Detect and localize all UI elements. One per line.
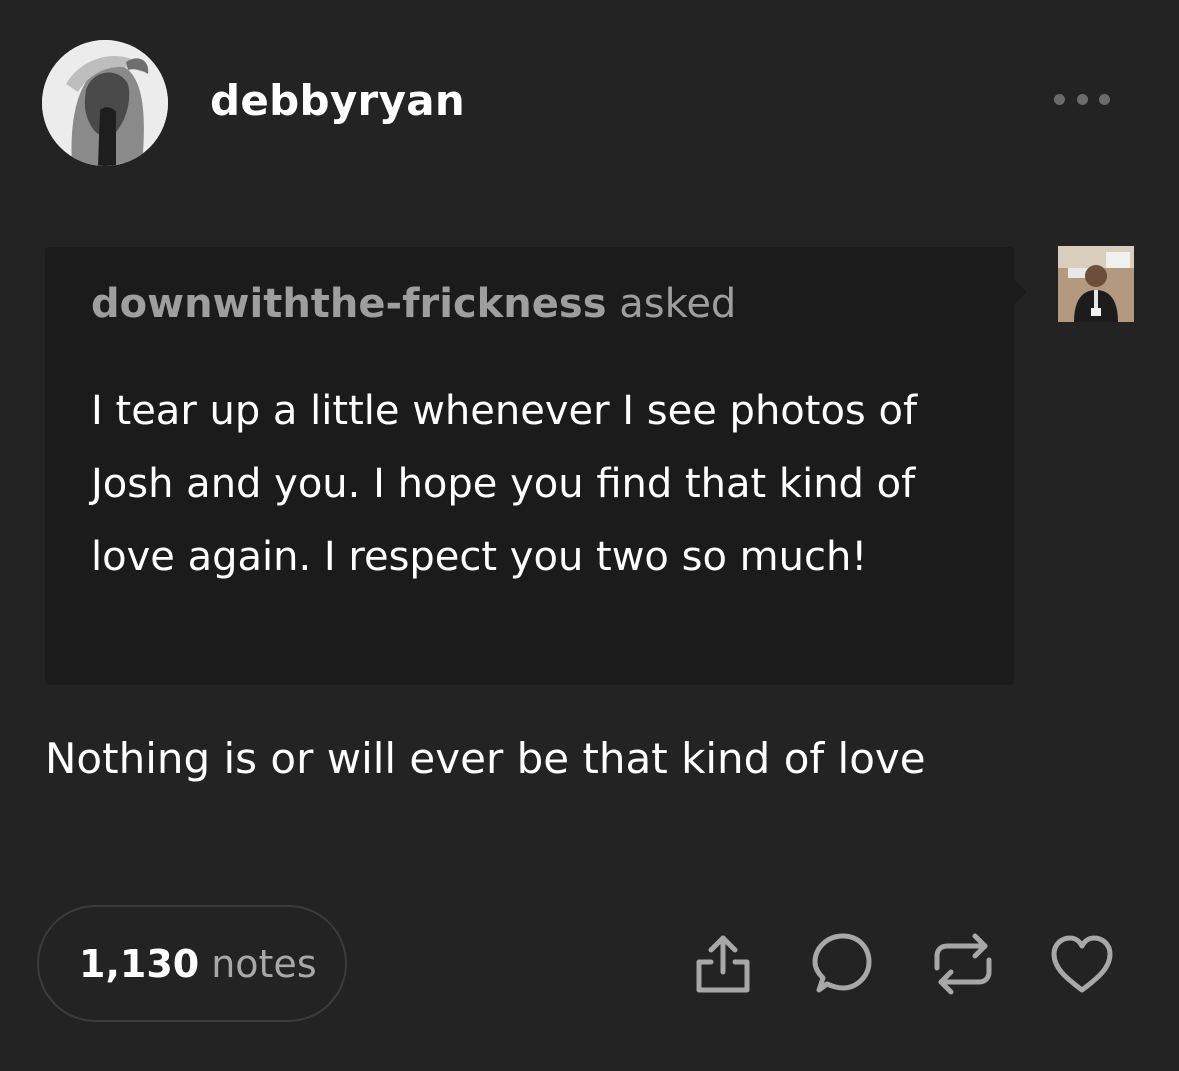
comment-icon[interactable]: [805, 928, 877, 1000]
asker-line: downwiththe-frickness asked: [91, 281, 736, 327]
reblog-icon[interactable]: [927, 928, 999, 1000]
notes-count: 1,130: [79, 941, 200, 986]
asked-label: asked: [619, 281, 737, 327]
notes-button[interactable]: 1,130 notes: [37, 905, 347, 1022]
ask-question: I tear up a little whenever I see photos…: [91, 388, 918, 580]
ellipsis-dot: [1054, 93, 1065, 105]
heart-icon[interactable]: [1046, 928, 1118, 1000]
ellipsis-dot: [1076, 93, 1088, 105]
ellipsis-dot: [1099, 93, 1110, 105]
ask-bubble: downwiththe-frickness asked I tear up a …: [45, 247, 1027, 685]
author-avatar[interactable]: [42, 40, 168, 166]
more-options-icon[interactable]: [1050, 84, 1114, 114]
share-icon[interactable]: [687, 928, 759, 1000]
asker-username[interactable]: downwiththe-frickness: [91, 281, 607, 327]
asker-avatar[interactable]: [1058, 246, 1134, 322]
notes-label: notes: [211, 941, 317, 986]
author-username[interactable]: debbyryan: [210, 76, 465, 125]
answer-text: Nothing is or will ever be that kind of …: [45, 734, 926, 783]
